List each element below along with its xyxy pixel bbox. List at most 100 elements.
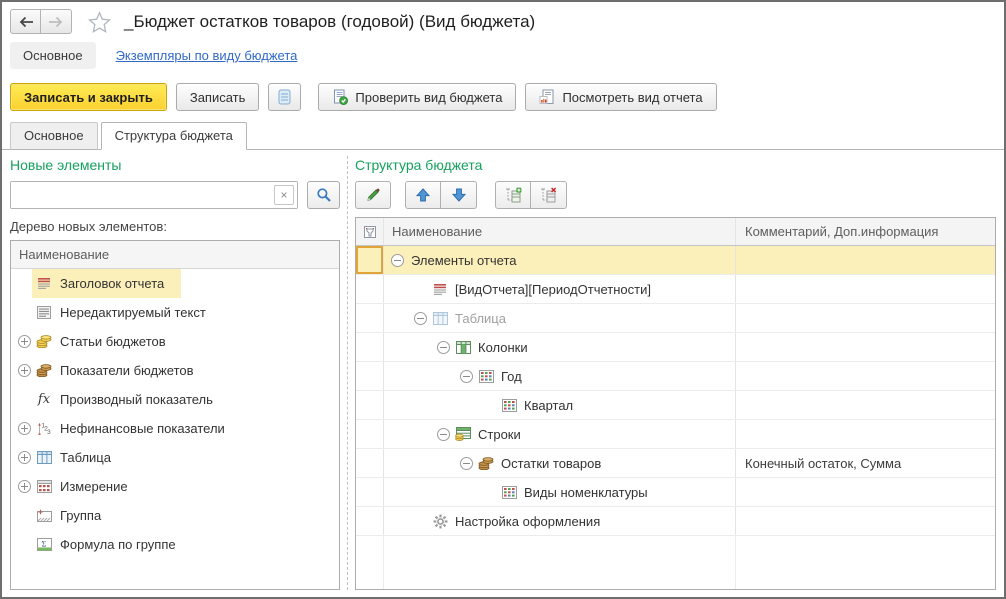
grid-icon — [500, 399, 518, 412]
structure-row-rows[interactable]: Строки — [356, 420, 995, 449]
titlebar: _Бюджет остатков товаров (годовой) (Вид … — [2, 2, 1004, 37]
table-empty-area — [356, 536, 995, 589]
collapse-icon[interactable] — [460, 370, 473, 383]
expand-icon[interactable] — [18, 335, 31, 348]
tree-item-label: Показатели бюджетов — [60, 363, 194, 378]
structure-row-report-title[interactable]: [ВидОтчета][ПериодОтчетности] — [356, 275, 995, 304]
structure-row-report-elements[interactable]: Элементы отчета — [356, 246, 995, 275]
structure-row-design-settings[interactable]: Настройка оформления — [356, 507, 995, 536]
svg-text:3: 3 — [47, 429, 51, 436]
expand-icon[interactable] — [18, 451, 31, 464]
arrow-up-icon — [416, 188, 430, 202]
move-down-button[interactable] — [441, 181, 477, 209]
structure-row-label: Таблица — [455, 311, 506, 326]
search-input[interactable] — [11, 182, 297, 208]
budget-structure-title: Структура бюджета — [355, 157, 996, 173]
tab-main[interactable]: Основное — [10, 122, 98, 150]
nav-row: Основное Экземпляры по виду бюджета — [2, 37, 1004, 78]
edit-button[interactable] — [355, 181, 391, 209]
tree-item-table[interactable]: Таблица — [11, 443, 339, 472]
move-up-button[interactable] — [405, 181, 441, 209]
structure-row-label: Остатки товаров — [501, 456, 601, 471]
search-icon — [316, 187, 332, 203]
structure-row-goods-balance[interactable]: Остатки товаров Конечный остаток, Сумма — [356, 449, 995, 478]
structure-row-comment — [736, 333, 995, 361]
tree-item-budget-indicators[interactable]: Показатели бюджетов — [11, 356, 339, 385]
structure-row-label: [ВидОтчета][ПериодОтчетности] — [455, 282, 651, 297]
current-row-marker — [356, 246, 384, 274]
structure-row-comment — [736, 478, 995, 506]
structure-row-nomenclature-kinds[interactable]: Виды номенклатуры — [356, 478, 995, 507]
add-level-button[interactable] — [495, 181, 531, 209]
tree-item-label: Измерение — [60, 479, 128, 494]
forward-button[interactable] — [41, 9, 72, 34]
structure-row-comment — [736, 420, 995, 448]
grid-icon — [500, 486, 518, 499]
list-stack-icon — [278, 89, 291, 105]
gold-coins-icon — [35, 335, 53, 348]
dimension-icon — [35, 480, 53, 493]
tree-item-derived-indicator[interactable]: fx Производный показатель — [11, 385, 339, 414]
tree-item-group-formula[interactable]: Σ Формула по группе — [11, 530, 339, 559]
view-report-button[interactable]: Посмотреть вид отчета — [525, 83, 716, 111]
panel-splitter[interactable] — [340, 156, 355, 590]
star-icon — [88, 11, 111, 33]
table-icon — [431, 312, 449, 325]
structure-row-quarter[interactable]: Квартал — [356, 391, 995, 420]
tree-item-label: Таблица — [60, 450, 111, 465]
collapse-icon[interactable] — [437, 428, 450, 441]
tree-item-report-header[interactable]: Заголовок отчета — [11, 269, 339, 298]
name-column-header[interactable]: Наименование — [384, 218, 736, 245]
tree-item-dimension[interactable]: Измерение — [11, 472, 339, 501]
structure-row-table[interactable]: Таблица — [356, 304, 995, 333]
structure-row-columns[interactable]: Колонки — [356, 333, 995, 362]
numbers-icon: 1 2 3 — [35, 422, 53, 436]
structure-row-comment — [736, 507, 995, 535]
tree-item-nonfinancial[interactable]: 1 2 3 Нефинансовые показатели — [11, 414, 339, 443]
back-button[interactable] — [10, 9, 41, 34]
expand-icon[interactable] — [18, 480, 31, 493]
structure-row-label: Колонки — [478, 340, 528, 355]
collapse-icon[interactable] — [437, 341, 450, 354]
content-area: Новые элементы × Дерево новых элементов:… — [2, 150, 1004, 597]
check-budget-view-label: Проверить вид бюджета — [355, 90, 502, 105]
structure-row-year[interactable]: Год — [356, 362, 995, 391]
structure-table-header: Наименование Комментарий, Доп.информация — [356, 218, 995, 246]
favorite-button[interactable] — [88, 11, 111, 33]
structure-row-label: Год — [501, 369, 522, 384]
command-toolbar: Записать и закрыть Записать Проверить ви… — [2, 78, 1004, 122]
comment-column-header[interactable]: Комментарий, Доп.информация — [736, 218, 995, 245]
search-button[interactable] — [307, 181, 340, 209]
tree-item-budget-articles[interactable]: Статьи бюджетов — [11, 327, 339, 356]
tab-budget-structure[interactable]: Структура бюджета — [101, 122, 247, 150]
tree-item-label: Статьи бюджетов — [60, 334, 166, 349]
left-tree-header: Наименование — [11, 241, 339, 269]
clear-icon[interactable]: × — [274, 185, 294, 205]
report-header-icon — [35, 277, 53, 290]
tree-item-group[interactable]: Группа — [11, 501, 339, 530]
group-icon — [35, 509, 53, 522]
save-close-button[interactable]: Записать и закрыть — [10, 83, 167, 111]
save-button[interactable]: Записать — [176, 83, 260, 111]
new-elements-tree: Наименование За — [10, 240, 340, 590]
budget-instances-link[interactable]: Экземпляры по виду бюджета — [116, 48, 298, 63]
nav-main-button[interactable]: Основное — [10, 42, 96, 69]
expand-icon[interactable] — [18, 422, 31, 435]
tree-item-static-text[interactable]: Нередактируемый текст — [11, 298, 339, 327]
page-title: _Бюджет остатков товаров (годовой) (Вид … — [124, 12, 535, 32]
more-actions-button[interactable] — [268, 83, 301, 111]
check-budget-view-button[interactable]: Проверить вид бюджета — [318, 83, 516, 111]
collapse-icon[interactable] — [414, 312, 427, 325]
search-box: × — [10, 181, 298, 209]
rows-icon — [454, 427, 472, 441]
collapse-icon[interactable] — [460, 457, 473, 470]
collapse-icon[interactable] — [391, 254, 404, 267]
delete-level-button[interactable] — [531, 181, 567, 209]
tree-column-header[interactable] — [356, 218, 384, 245]
grid-icon — [477, 370, 495, 383]
tree-add-icon — [505, 187, 522, 203]
expand-icon[interactable] — [18, 364, 31, 377]
view-report-label: Посмотреть вид отчета — [562, 90, 702, 105]
forward-arrow-icon — [48, 16, 64, 28]
tree-item-label: Производный показатель — [60, 392, 213, 407]
